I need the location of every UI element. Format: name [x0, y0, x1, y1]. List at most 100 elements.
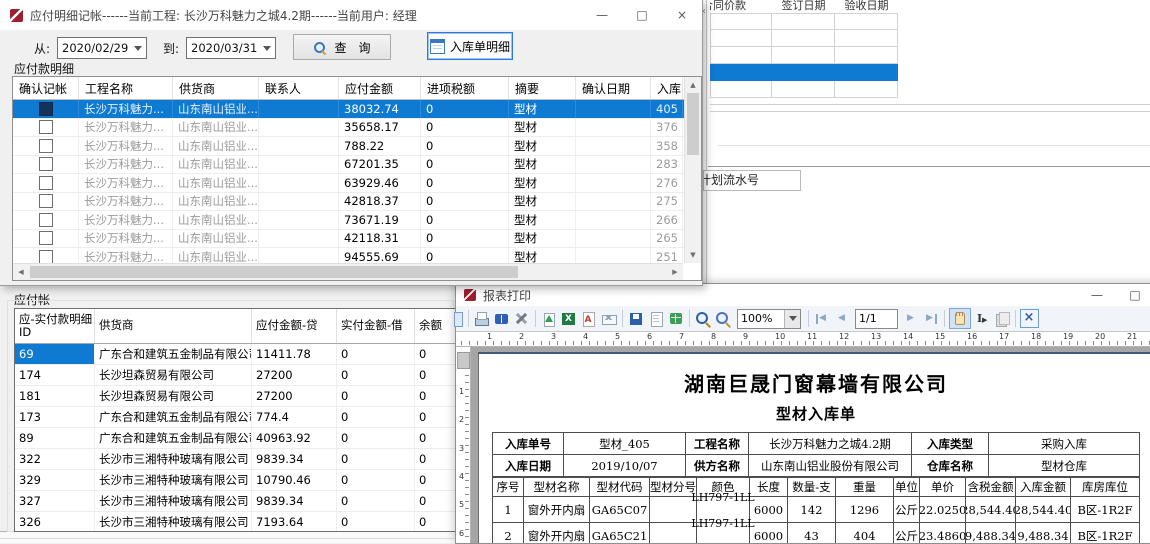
zoom-out-icon[interactable] — [714, 310, 732, 328]
grid-row[interactable]: 长沙万科魅力...山东南山铝业...38032.740型材405 — [13, 100, 685, 119]
column-header[interactable]: 工程名称 — [79, 77, 173, 99]
checkbox-cell[interactable] — [13, 156, 79, 174]
inbound-no-cell[interactable]: 276 — [651, 174, 683, 192]
summary-cell[interactable]: 型材 — [509, 230, 576, 248]
contact-cell[interactable] — [259, 230, 339, 248]
column-header[interactable]: 进项税额 — [421, 77, 509, 99]
amount-cell[interactable]: 67201.35 — [339, 156, 421, 174]
confirm-checkbox[interactable] — [39, 194, 53, 208]
project-cell[interactable]: 长沙万科魅力... — [79, 211, 173, 229]
column-header[interactable]: 应付金额-贷 — [252, 309, 337, 343]
grid-row[interactable] — [710, 30, 898, 47]
column-header[interactable]: 确认记帐 — [13, 77, 79, 99]
grid-row[interactable]: 326长沙市三湘特种玻璃有限公司7193.6400 — [15, 512, 456, 532]
first-page-icon[interactable] — [813, 310, 831, 328]
balance-cell[interactable]: 0 — [415, 386, 456, 406]
supplier-cell[interactable]: 长沙市三湘特种玻璃有限公司 — [95, 512, 252, 532]
maximize-button[interactable]: □ — [1116, 284, 1150, 306]
query-button[interactable]: 查 询 — [293, 34, 391, 60]
print-icon[interactable] — [473, 310, 491, 328]
confirm-date-cell[interactable] — [576, 100, 651, 118]
contact-cell[interactable] — [259, 211, 339, 229]
checkbox-cell[interactable] — [13, 174, 79, 192]
supplier-cell[interactable]: 广东合和建筑五金制品有限公司 — [95, 344, 252, 364]
confirm-date-cell[interactable] — [576, 230, 651, 248]
scrollbar-thumb[interactable] — [30, 266, 518, 278]
debit-cell[interactable]: 0 — [337, 470, 415, 490]
project-cell[interactable]: 长沙万科魅力... — [79, 156, 173, 174]
grid-row[interactable]: 长沙万科魅力...山东南山铝业...42818.370型材275 — [13, 193, 685, 212]
vertical-scrollbar[interactable]: ▲ ▼ — [684, 77, 701, 263]
amount-cell[interactable]: 73671.19 — [339, 211, 421, 229]
confirm-date-cell[interactable] — [576, 193, 651, 211]
confirm-date-cell[interactable] — [576, 119, 651, 137]
confirm-date-cell[interactable] — [576, 137, 651, 155]
supplier-cell[interactable]: 广东合和建筑五金制品有限公司 — [95, 407, 252, 427]
column-header[interactable]: 确认日期 — [576, 77, 651, 99]
scroll-right-icon[interactable]: ▶ — [667, 264, 683, 280]
debit-cell[interactable]: 0 — [337, 407, 415, 427]
supplier-cell[interactable]: 长沙坦森贸易有限公司 — [95, 365, 252, 385]
payable-account-grid[interactable]: 应-实付款明细ID供货商应付金额-贷实付金额-借余额 69广东合和建筑五金制品有… — [14, 308, 457, 532]
inbound-no-cell[interactable]: 283 — [651, 156, 683, 174]
contact-cell[interactable] — [259, 174, 339, 192]
confirm-checkbox[interactable] — [39, 176, 53, 190]
checkbox-cell[interactable] — [13, 119, 79, 137]
grid-row[interactable]: 173广东合和建筑五金制品有限公司774.400 — [15, 407, 456, 428]
inbound-no-cell[interactable]: 376 — [651, 119, 683, 137]
book-icon[interactable] — [493, 310, 511, 328]
inbound-no-cell[interactable]: 266 — [651, 211, 683, 229]
contact-cell[interactable] — [259, 156, 339, 174]
id-cell[interactable]: 327 — [15, 491, 95, 511]
contact-cell[interactable] — [259, 248, 339, 263]
supplier-cell[interactable]: 山东南山铝业... — [173, 156, 259, 174]
confirm-checkbox[interactable] — [39, 157, 53, 171]
supplier-cell[interactable]: 长沙市三湘特种玻璃有限公司 — [95, 449, 252, 469]
balance-cell[interactable]: 0 — [415, 512, 456, 532]
supplier-cell[interactable]: 广东合和建筑五金制品有限公司 — [95, 428, 252, 448]
id-cell[interactable]: 89 — [15, 428, 95, 448]
amount-cell[interactable]: 42118.31 — [339, 230, 421, 248]
close-button[interactable]: × — [662, 0, 702, 30]
supplier-cell[interactable]: 山东南山铝业... — [173, 248, 259, 263]
zoom-select[interactable]: 100% — [737, 309, 801, 329]
grid-row[interactable]: 322长沙市三湘特种玻璃有限公司9839.3400 — [15, 449, 456, 470]
tax-cell[interactable]: 0 — [421, 193, 509, 211]
supplier-cell[interactable]: 长沙市三湘特种玻璃有限公司 — [95, 491, 252, 511]
tools-icon[interactable] — [513, 310, 531, 328]
id-cell[interactable]: 326 — [15, 512, 95, 532]
chevron-down-icon[interactable] — [784, 310, 800, 328]
summary-cell[interactable]: 型材 — [509, 100, 576, 118]
summary-cell[interactable]: 型材 — [509, 137, 576, 155]
column-header[interactable]: 供货商 — [173, 77, 259, 99]
amount-cell[interactable]: 63929.46 — [339, 174, 421, 192]
prev-page-icon[interactable] — [833, 310, 851, 328]
balance-cell[interactable]: 0 — [415, 428, 456, 448]
column-header[interactable]: 供货商 — [95, 309, 252, 343]
inbound-no-cell[interactable]: 275 — [651, 193, 683, 211]
horizontal-scrollbar[interactable]: ◀ ▶ — [13, 263, 683, 280]
summary-cell[interactable]: 型材 — [509, 248, 576, 263]
grid-row[interactable]: 长沙万科魅力...山东南山铝业...35658.170型材376 — [13, 119, 685, 138]
minimize-button[interactable]: — — [1078, 284, 1116, 306]
column-header[interactable]: 联系人 — [259, 77, 339, 99]
grid-row[interactable]: 长沙万科魅力...山东南山铝业...788.220型材358 — [13, 137, 685, 156]
contact-cell[interactable] — [259, 100, 339, 118]
supplier-cell[interactable]: 山东南山铝业... — [173, 230, 259, 248]
column-header[interactable]: 余额 — [415, 309, 456, 343]
credit-cell[interactable]: 27200 — [252, 365, 337, 385]
summary-cell[interactable]: 型材 — [509, 193, 576, 211]
tax-cell[interactable]: 0 — [421, 174, 509, 192]
payable-detail-titlebar[interactable]: 应付明细记帐------当前工程: 长沙万科魅力之城4.2期------当前用户… — [0, 0, 702, 30]
id-cell[interactable]: 69 — [15, 344, 95, 364]
contact-cell[interactable] — [259, 137, 339, 155]
panel-icon[interactable] — [456, 310, 464, 328]
summary-cell[interactable]: 型材 — [509, 174, 576, 192]
checkbox-cell[interactable] — [13, 248, 79, 263]
summary-cell[interactable]: 型材 — [509, 119, 576, 137]
supplier-cell[interactable]: 山东南山铝业... — [173, 193, 259, 211]
supplier-cell[interactable]: 山东南山铝业... — [173, 174, 259, 192]
amount-cell[interactable]: 38032.74 — [339, 100, 421, 118]
grid-row[interactable]: 329长沙市三湘特种玻璃有限公司10790.4600 — [15, 470, 456, 491]
checkbox-cell[interactable] — [13, 100, 79, 118]
